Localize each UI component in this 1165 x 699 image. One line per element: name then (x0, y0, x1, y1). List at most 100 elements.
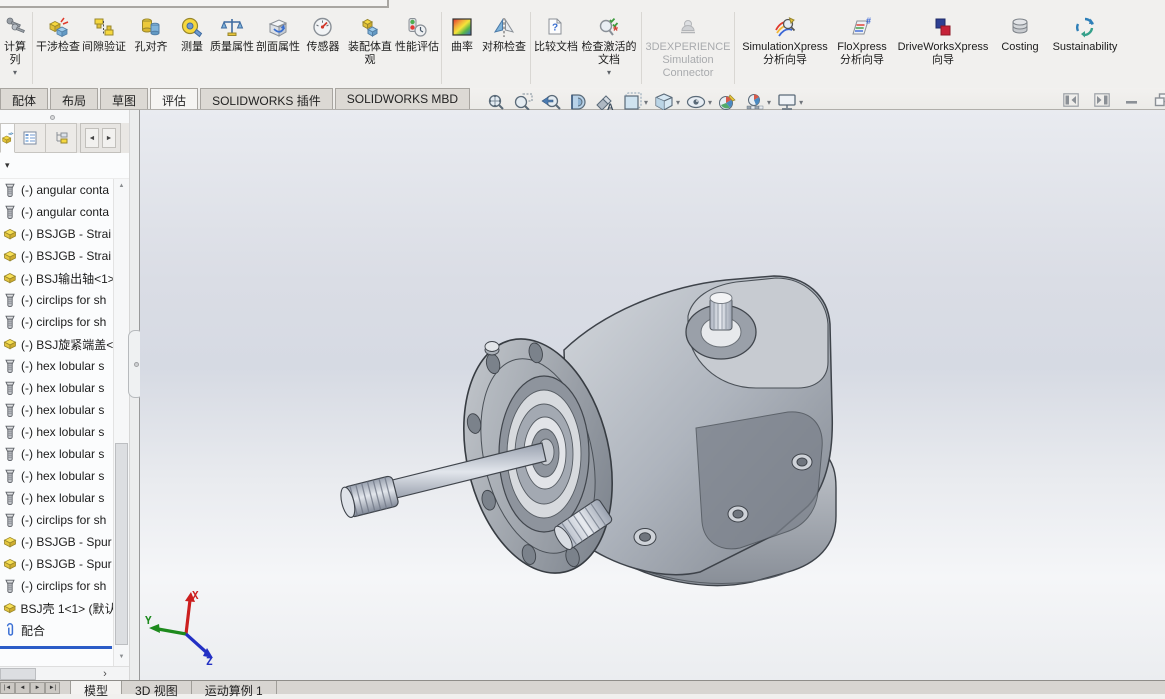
previous-window-button[interactable] (1063, 93, 1079, 107)
tab-sketch[interactable]: 草图 (100, 88, 148, 109)
scroll-tabs-right-button[interactable]: ► (102, 128, 116, 148)
tab-propertymanager[interactable] (15, 123, 46, 153)
last-tab-button[interactable]: ►| (45, 682, 60, 694)
scroll-down-button[interactable]: ▼ (114, 650, 129, 664)
scrollbar-thumb[interactable] (0, 668, 36, 680)
tab-assembly[interactable]: 配体 (0, 88, 48, 109)
tree-vertical-scrollbar[interactable]: ▲ ▼ (113, 179, 129, 666)
previous-tab-button[interactable]: ◄ (15, 682, 30, 694)
cmd-assembly-visualization[interactable]: 装配体直观 (345, 12, 395, 86)
scrollbar-thumb[interactable] (115, 443, 128, 645)
cmd-pattern-calc[interactable]: 计算 列 ▾ (0, 12, 30, 86)
cmd-clearance-verification[interactable]: 间隙验证 (81, 12, 127, 86)
scroll-up-button[interactable]: ▲ (114, 179, 129, 193)
cmd-sensors[interactable]: 传感器 (301, 12, 345, 86)
dropdown-caret-icon[interactable]: ▾ (607, 69, 611, 77)
dropdown-caret-icon[interactable]: ▾ (676, 98, 680, 107)
scroll-right-button[interactable]: › (96, 667, 114, 680)
cmd-simulationxpress-wizard[interactable]: SimulationXpress 分析向导 (737, 12, 833, 86)
dropdown-caret-icon[interactable]: ▾ (799, 98, 803, 107)
tab-model[interactable]: 模型 (70, 681, 122, 694)
tree-item[interactable]: (-) hex lobular s (0, 377, 113, 399)
dropdown-caret-icon[interactable]: ▾ (708, 98, 712, 107)
cmd-floxpress-wizard[interactable]: # FloXpress 分析向导 (833, 12, 891, 86)
cmd-interference-detection[interactable]: 干涉检查 (35, 12, 81, 86)
tree-item[interactable]: (-) circlips for sh (0, 311, 113, 333)
zoom-to-area-button[interactable] (513, 92, 535, 112)
tree-item-label: (-) BSJGB - Strai (21, 249, 111, 263)
minimize-button[interactable] (1125, 93, 1139, 107)
tree-item[interactable]: (-) BSJ旋紧端盖< (0, 333, 113, 355)
featuremanager-panel: ◄ ► ▾ (-) angular conta (-) angular cont… (0, 110, 129, 680)
first-tab-button[interactable]: |◄ (0, 682, 15, 694)
tab-layout[interactable]: 布局 (50, 88, 98, 109)
simulationxpress-icon (773, 13, 797, 40)
tree-item[interactable]: (-) BSJGB - Spur (0, 553, 113, 575)
tab-evaluate[interactable]: 评估 (150, 88, 198, 109)
tree-item[interactable]: (-) BSJGB - Strai (0, 245, 113, 267)
tree-item[interactable]: (-) BSJGB - Spur (0, 531, 113, 553)
cmd-measure[interactable]: 测量 (175, 12, 209, 86)
tree-item[interactable]: (-) circlips for sh (0, 289, 113, 311)
tree-item[interactable]: (-) hex lobular s (0, 421, 113, 443)
cmd-sustainability[interactable]: Sustainability (1045, 12, 1125, 86)
tab-motion-study-1[interactable]: 运动算例 1 (192, 681, 277, 694)
tree-horizontal-scrollbar[interactable]: › (0, 666, 129, 680)
tab-solidworks-addins[interactable]: SOLIDWORKS 插件 (200, 88, 333, 109)
tree-flyout-caret-icon[interactable]: ▾ (5, 160, 10, 171)
graphics-area[interactable]: X Y Z (140, 110, 1165, 680)
panel-tab-scroll: ◄ ► (80, 123, 121, 153)
tree-item[interactable]: (-) BSJ输出轴<1> (0, 267, 113, 289)
dropdown-caret-icon[interactable]: ▾ (644, 98, 648, 107)
tree-item[interactable]: (-) BSJGB - Strai (0, 223, 113, 245)
previous-view-button[interactable] (540, 92, 562, 112)
cmd-check-active-document[interactable]: * 检查激活的文档 ▾ (579, 12, 639, 86)
tree-item[interactable]: (-) circlips for sh (0, 509, 113, 531)
cmd-driveworksxpress-wizard[interactable]: DriveWorksXpress 向导 (891, 12, 995, 86)
tree-item[interactable]: (-) circlips for sh (0, 575, 113, 597)
cmd-hole-alignment[interactable]: 孔对齐 (127, 12, 175, 86)
tree-item[interactable]: (-) hex lobular s (0, 399, 113, 421)
tree-item-label: BSJ壳 1<1> (默认 (20, 600, 113, 617)
cmd-mass-properties[interactable]: 质量属性 (209, 12, 255, 86)
tree-item[interactable]: BSJ壳 1<1> (默认 (0, 597, 113, 619)
cmd-compare-documents[interactable]: ? 比较文档 (533, 12, 579, 86)
dropdown-caret-icon[interactable]: ▾ (767, 98, 771, 107)
edit-appearance-button[interactable] (717, 92, 739, 112)
hide-show-annotations-button[interactable]: A (594, 92, 616, 112)
gearbox-assembly-model[interactable] (140, 110, 1165, 680)
restore-button[interactable] (1154, 93, 1165, 107)
tree-item[interactable]: (-) hex lobular s (0, 443, 113, 465)
panel-resize-grip[interactable] (0, 110, 129, 123)
pattern-calc-icon (3, 13, 27, 40)
dropdown-caret-icon[interactable]: ▾ (13, 69, 17, 77)
cmd-costing[interactable]: Costing (995, 12, 1045, 86)
tab-3d-views[interactable]: 3D 视图 (122, 681, 192, 694)
next-tab-button[interactable]: ► (30, 682, 45, 694)
toolbar-separator (641, 12, 642, 84)
tree-item[interactable]: (-) hex lobular s (0, 487, 113, 509)
hide-show-items-button[interactable]: ▾ (685, 92, 712, 112)
cmd-curvature[interactable]: 曲率 (444, 12, 480, 86)
tree-item[interactable]: (-) hex lobular s (0, 355, 113, 377)
scroll-tabs-left-button[interactable]: ◄ (85, 128, 99, 148)
zoom-to-fit-button[interactable] (486, 92, 508, 112)
next-window-button[interactable] (1094, 93, 1110, 107)
tree-item[interactable]: (-) angular conta (0, 201, 113, 223)
view-orientation-button[interactable]: ▾ (621, 92, 648, 112)
cmd-label: 曲率 (451, 41, 473, 54)
tab-featuremanager-design-tree[interactable] (0, 123, 15, 153)
apply-scene-button[interactable]: ▾ (744, 92, 771, 112)
section-view-button[interactable] (567, 92, 589, 112)
tree-item-mates[interactable]: 配合 (0, 619, 113, 641)
tab-configurationmanager[interactable] (46, 123, 77, 153)
cmd-symmetry-check[interactable]: 对称检查 (480, 12, 528, 86)
tree-item[interactable]: (-) hex lobular s (0, 465, 113, 487)
cmd-performance-evaluation[interactable]: 性能评估 (395, 12, 439, 86)
cmd-section-properties[interactable]: 剖面属性 (255, 12, 301, 86)
top-splined-shaft[interactable] (710, 293, 732, 331)
view-settings-button[interactable]: ▾ (776, 92, 803, 112)
display-style-button[interactable]: ▾ (653, 92, 680, 112)
tree-item[interactable]: (-) angular conta (0, 179, 113, 201)
tab-solidworks-mbd[interactable]: SOLIDWORKS MBD (335, 88, 470, 109)
